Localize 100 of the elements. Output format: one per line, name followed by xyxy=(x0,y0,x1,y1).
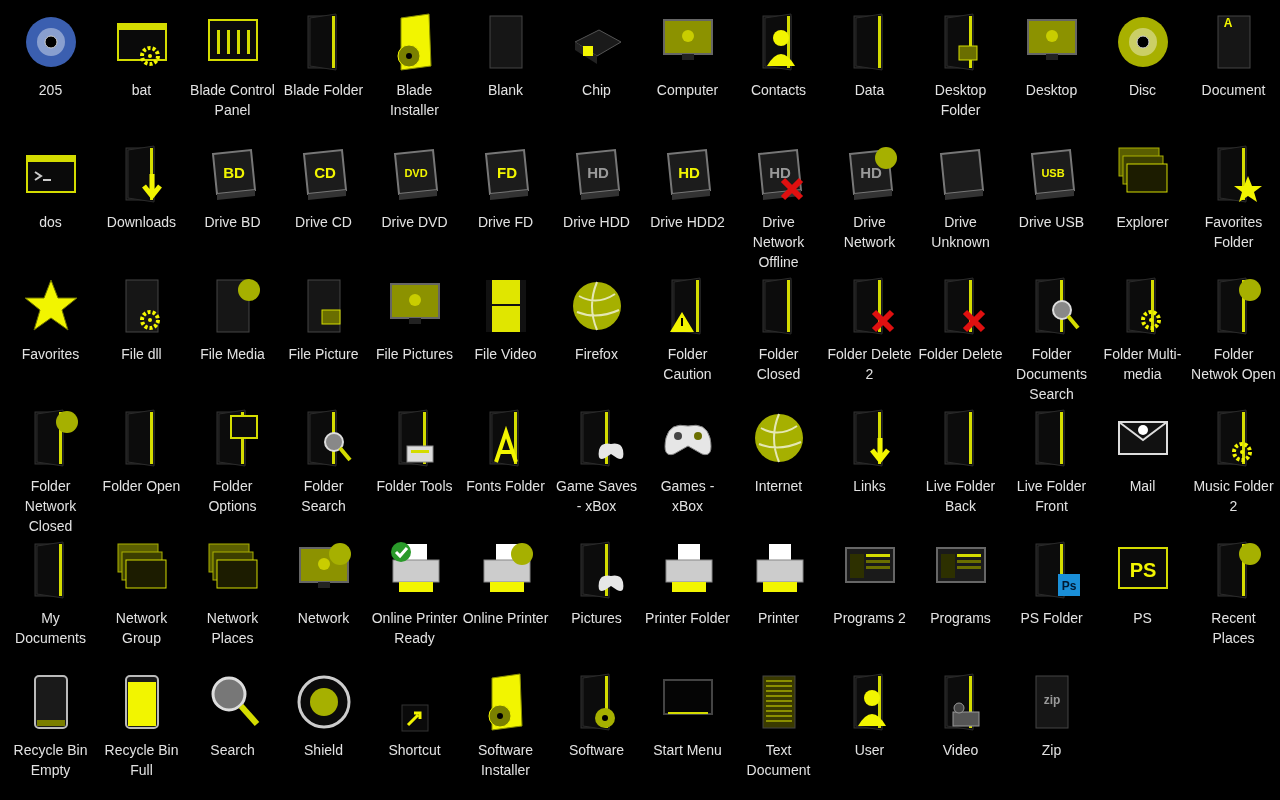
icon-label: Shortcut xyxy=(387,741,442,760)
desktop-icon-item[interactable]: HD Drive HDD2 xyxy=(642,144,733,232)
desktop-icon-item[interactable]: My Documents xyxy=(5,540,96,648)
icon-label: Mail xyxy=(1128,477,1157,496)
desktop-icon-item[interactable]: Contacts xyxy=(733,12,824,100)
desktop-icon-item[interactable]: Online Printer xyxy=(460,540,551,628)
desktop-icon-item[interactable]: bat xyxy=(96,12,187,100)
desktop-icon-item[interactable]: Blade Folder xyxy=(278,12,369,100)
icon-label: Software Installer xyxy=(476,741,535,780)
desktop-icon-item[interactable]: Folder Multi-media xyxy=(1097,276,1188,384)
desktop-icon-item[interactable]: DVD Drive DVD xyxy=(369,144,460,232)
desktop-icon-item[interactable]: Folder Netwok Open xyxy=(1188,276,1279,384)
desktop-icon-item[interactable]: CD Drive CD xyxy=(278,144,369,232)
desktop-icon-item[interactable]: A Document xyxy=(1188,12,1279,100)
desktop-icon-item[interactable]: Disc xyxy=(1097,12,1188,100)
desktop-icon-item[interactable]: File Media xyxy=(187,276,278,364)
desktop-icon-item[interactable]: Folder Delete 2 xyxy=(824,276,915,384)
icon-label: Desktop Folder xyxy=(933,81,988,120)
desktop-icon-item[interactable]: Blade Installer xyxy=(369,12,460,120)
icon-label: Printer xyxy=(756,609,801,628)
icon-label: Blank xyxy=(487,81,524,100)
desktop-icon-item[interactable]: Fonts Folder xyxy=(460,408,551,496)
desktop-icon-item[interactable]: Search xyxy=(187,672,278,760)
desktop-icon-item[interactable]: Start Menu xyxy=(642,672,733,760)
icon-label: Folder Documents Search xyxy=(1015,345,1088,404)
desktop-icon-item[interactable]: Blank xyxy=(460,12,551,100)
desktop-icon-item[interactable]: Pictures xyxy=(551,540,642,628)
desktop-icon-item[interactable]: File Video xyxy=(460,276,551,364)
desktop-icon-item[interactable]: File Pictures xyxy=(369,276,460,364)
desktop-icon-item[interactable]: Recent Places xyxy=(1188,540,1279,648)
icon-label: Fonts Folder xyxy=(465,477,546,496)
desktop-icon-item[interactable]: HD Drive HDD xyxy=(551,144,642,232)
desktop-icon-item[interactable]: Music Folder 2 xyxy=(1188,408,1279,516)
desktop-icon-item[interactable]: Text Document xyxy=(733,672,824,780)
desktop-icon-item[interactable]: HD Drive Network Offline xyxy=(733,144,824,272)
desktop-icon-item[interactable]: File Picture xyxy=(278,276,369,364)
desktop-icon-item[interactable]: Folder Network Closed xyxy=(5,408,96,536)
icon-text: USB xyxy=(1040,167,1065,179)
desktop-icon-item[interactable]: Network Places xyxy=(187,540,278,648)
desktop-icon-item[interactable]: Printer xyxy=(733,540,824,628)
desktop-icon-item[interactable]: 205 xyxy=(5,12,96,100)
desktop-icon-item[interactable]: Links xyxy=(824,408,915,496)
icon-label: Computer xyxy=(655,81,720,100)
desktop-icon-item[interactable]: USB Drive USB xyxy=(1006,144,1097,232)
desktop-icon-item[interactable]: Folder Caution xyxy=(642,276,733,384)
desktop-icon-item[interactable]: Explorer xyxy=(1097,144,1188,232)
desktop-icon-item[interactable]: Computer xyxy=(642,12,733,100)
desktop-icon-item[interactable]: Live Folder Front xyxy=(1006,408,1097,516)
desktop-icon-item[interactable]: Favorites Folder xyxy=(1188,144,1279,252)
desktop-icon-item[interactable]: Online Printer Ready xyxy=(369,540,460,648)
desktop-icon-item[interactable]: Desktop Folder xyxy=(915,12,1006,120)
desktop-icon-item[interactable]: Folder Open xyxy=(96,408,187,496)
icon-text: PS xyxy=(1129,559,1156,581)
desktop-icon-item[interactable]: Programs xyxy=(915,540,1006,628)
desktop-icon-item[interactable]: Games - xBox xyxy=(642,408,733,516)
icon-text: FD xyxy=(496,164,517,181)
desktop-icon-item[interactable]: Software xyxy=(551,672,642,760)
desktop-icon-item[interactable]: Folder Search xyxy=(278,408,369,516)
icon-label: Desktop xyxy=(1024,81,1079,100)
icon-label: Folder Netwok Open xyxy=(1190,345,1277,384)
desktop-icon-item[interactable]: Video xyxy=(915,672,1006,760)
desktop-icon-item[interactable]: Data xyxy=(824,12,915,100)
desktop-icon-item[interactable]: File dll xyxy=(96,276,187,364)
desktop-icon-item[interactable]: Live Folder Back xyxy=(915,408,1006,516)
desktop-icon-item[interactable]: dos xyxy=(5,144,96,232)
desktop-icon-item[interactable]: Folder Closed xyxy=(733,276,824,384)
desktop-icon-item[interactable]: Desktop xyxy=(1006,12,1097,100)
desktop-icon-item[interactable]: Game Saves - xBox xyxy=(551,408,642,516)
desktop-icon-item[interactable]: BD Drive BD xyxy=(187,144,278,232)
desktop-icon-item[interactable]: User xyxy=(824,672,915,760)
desktop-icon-item[interactable]: Recycle Bin Full xyxy=(96,672,187,780)
desktop-icon-item[interactable]: Internet xyxy=(733,408,824,496)
desktop-icon-item[interactable]: Folder Delete xyxy=(915,276,1006,364)
desktop-icon-item[interactable]: Network xyxy=(278,540,369,628)
desktop-icon-item[interactable]: Shortcut xyxy=(369,672,460,760)
desktop-icon-item[interactable]: Blade Control Panel xyxy=(187,12,278,120)
desktop-icon-item[interactable]: Folder Options xyxy=(187,408,278,516)
desktop-icon-item[interactable]: HD Drive Network xyxy=(824,144,915,252)
desktop-icon-item[interactable]: FD Drive FD xyxy=(460,144,551,232)
desktop-icon-item[interactable]: PS PS xyxy=(1097,540,1188,628)
icon-label: File Pictures xyxy=(375,345,454,364)
desktop-icon-item[interactable]: zip Zip xyxy=(1006,672,1097,760)
desktop-icon-item[interactable]: Programs 2 xyxy=(824,540,915,628)
desktop-icon-item[interactable]: Drive Unknown xyxy=(915,144,1006,252)
desktop-icon-item[interactable]: Downloads xyxy=(96,144,187,232)
desktop-icon-item[interactable]: Software Installer xyxy=(460,672,551,780)
desktop-icon-item[interactable]: Firefox xyxy=(551,276,642,364)
icon-label: Drive FD xyxy=(476,213,535,232)
desktop-icon-item[interactable]: Favorites xyxy=(5,276,96,364)
desktop-icon-item[interactable]: Network Group xyxy=(96,540,187,648)
desktop-icon-item[interactable]: Folder Documents Search xyxy=(1006,276,1097,404)
desktop-icon-item[interactable]: Folder Tools xyxy=(369,408,460,496)
desktop-icon-item[interactable]: Mail xyxy=(1097,408,1188,496)
desktop-icon-item[interactable]: Recycle Bin Empty xyxy=(5,672,96,780)
desktop-icon-item[interactable]: Ps PS Folder xyxy=(1006,540,1097,628)
icon-label: Folder Closed xyxy=(755,345,802,384)
desktop-icon-item[interactable]: Printer Folder xyxy=(642,540,733,628)
desktop-icon-item[interactable]: Chip xyxy=(551,12,642,100)
icon-label: Blade Control Panel xyxy=(189,81,276,120)
desktop-icon-item[interactable]: Shield xyxy=(278,672,369,760)
